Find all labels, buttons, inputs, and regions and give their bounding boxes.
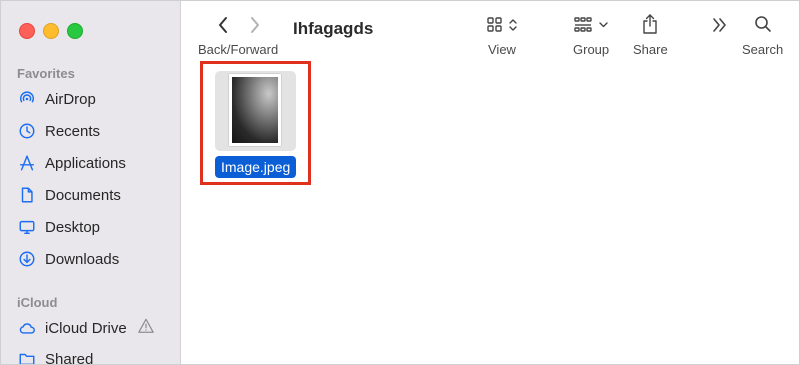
document-icon	[17, 185, 37, 205]
search-button[interactable]	[754, 15, 772, 33]
group-button[interactable]	[574, 16, 612, 34]
sidebar-item-documents[interactable]: Documents	[17, 183, 121, 207]
share-icon	[641, 13, 659, 35]
sidebar-item-applications[interactable]: Applications	[17, 151, 126, 175]
warning-icon	[137, 317, 155, 339]
sidebar-item-label: Downloads	[45, 250, 120, 268]
airdrop-icon	[17, 89, 37, 109]
back-forward-label: Back/Forward	[198, 42, 279, 57]
favorites-section-title: Favorites	[17, 66, 75, 81]
chevron-double-right-icon	[711, 16, 729, 34]
image-preview	[232, 77, 278, 143]
sidebar-item-airdrop[interactable]: AirDrop	[17, 87, 96, 111]
sidebar-item-shared[interactable]: Shared	[17, 347, 94, 365]
shared-folder-icon	[17, 349, 37, 364]
more-toolbar-items-button[interactable]	[711, 16, 729, 34]
desktop-icon	[17, 217, 37, 237]
sidebar-item-label: AirDrop	[45, 90, 96, 108]
window-title: Ihfagagds	[293, 19, 374, 38]
search-label: Search	[742, 42, 784, 57]
share-button[interactable]	[641, 13, 659, 35]
icloud-section-title: iCloud	[17, 295, 58, 310]
sidebar-item-desktop[interactable]: Desktop	[17, 215, 100, 239]
clock-icon	[17, 121, 37, 141]
sidebar-item-icloud-drive[interactable]: iCloud Drive	[17, 316, 155, 340]
sidebar-item-label: Shared	[45, 350, 94, 365]
sidebar-item-label: Desktop	[45, 218, 101, 236]
file-name-label[interactable]: Image.jpeg	[215, 156, 297, 178]
applications-icon	[17, 153, 37, 173]
view-label: View	[488, 42, 516, 57]
zoom-window-button[interactable]	[67, 23, 83, 39]
share-label: Share	[633, 42, 668, 57]
sidebar-item-label: Applications	[45, 154, 126, 172]
finder-window: Favorites AirDrop Recents Applications D…	[0, 0, 800, 365]
download-icon	[17, 249, 37, 269]
chevron-right-icon	[246, 15, 262, 35]
forward-button[interactable]	[246, 15, 262, 35]
minimize-window-button[interactable]	[43, 23, 59, 39]
sidebar-item-label: Documents	[45, 186, 121, 204]
search-icon	[754, 15, 772, 33]
sidebar: Favorites AirDrop Recents Applications D…	[1, 1, 181, 364]
close-window-button[interactable]	[19, 23, 35, 39]
file-thumbnail[interactable]	[229, 74, 281, 146]
cloud-icon	[17, 318, 37, 338]
back-button[interactable]	[216, 15, 232, 35]
view-button[interactable]	[487, 16, 521, 34]
chevron-left-icon	[216, 15, 232, 35]
sidebar-item-label: Recents	[45, 122, 101, 140]
icon-grid-icon	[487, 16, 521, 34]
sidebar-item-downloads[interactable]: Downloads	[17, 247, 119, 271]
sidebar-item-label: iCloud Drive	[45, 319, 127, 337]
group-icon	[574, 16, 612, 34]
sidebar-item-recents[interactable]: Recents	[17, 119, 100, 143]
group-label: Group	[573, 42, 610, 57]
